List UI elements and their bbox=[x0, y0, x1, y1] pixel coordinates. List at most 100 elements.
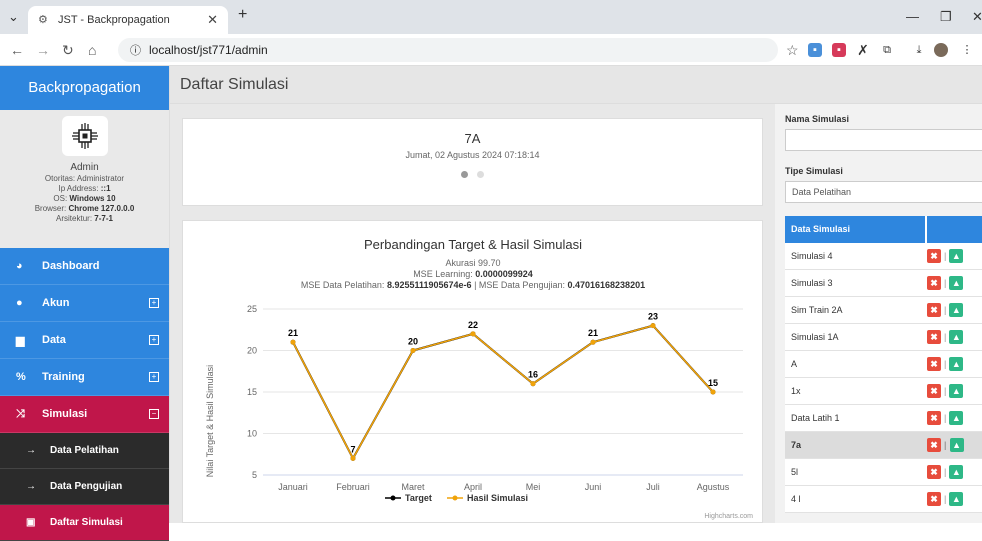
extensions-puzzle-icon[interactable]: ⧉ bbox=[880, 43, 894, 57]
table-row[interactable]: 4 l ✖ | ▲ bbox=[785, 486, 982, 513]
url-field[interactable]: ⓘ localhost/jst771/admin bbox=[118, 38, 778, 62]
url-text: localhost/jst771/admin bbox=[149, 43, 268, 57]
tipe-simulasi-select[interactable]: Data Pelatihan bbox=[785, 181, 982, 203]
delete-icon[interactable]: ✖ bbox=[927, 384, 941, 398]
address-bar: ← → ↻ ⌂ ⓘ localhost/jst771/admin ☆ ▪ ▪ ✗… bbox=[0, 34, 982, 66]
home-icon[interactable]: ⌂ bbox=[88, 42, 96, 58]
profile-avatar-icon[interactable] bbox=[934, 43, 948, 57]
back-icon[interactable]: ← bbox=[10, 42, 24, 58]
view-chart-icon[interactable]: ▲ bbox=[949, 384, 964, 398]
close-window-icon[interactable]: ✕ bbox=[972, 9, 982, 25]
brand-title[interactable]: Backpropagation bbox=[0, 66, 169, 110]
submenu-data-pengujian[interactable]: → Data Pengujian bbox=[0, 469, 169, 505]
legend-target-marker bbox=[390, 495, 396, 501]
view-chart-icon[interactable]: ▲ bbox=[949, 330, 964, 344]
legend-target[interactable]: Target bbox=[405, 493, 432, 503]
submenu-daftar-simulasi[interactable]: ▣ Daftar Simulasi bbox=[0, 505, 169, 541]
data-point-hasil[interactable] bbox=[590, 339, 596, 345]
extension-x-icon[interactable]: ✗ bbox=[856, 43, 870, 57]
delete-icon[interactable]: ✖ bbox=[927, 357, 941, 371]
delete-icon[interactable]: ✖ bbox=[927, 303, 941, 317]
menu-label: Dashboard bbox=[42, 260, 100, 272]
table-row[interactable]: Simulasi 3 ✖ | ▲ bbox=[785, 270, 982, 297]
reload-icon[interactable]: ↻ bbox=[62, 42, 74, 59]
menu-training[interactable]: % Training + bbox=[0, 359, 169, 396]
profile-otoritas: Otoritas: Administrator bbox=[44, 174, 125, 183]
menu-label: Simulasi bbox=[42, 408, 88, 420]
data-point-hasil[interactable] bbox=[710, 389, 716, 395]
menu-data[interactable]: ▆ Data + bbox=[0, 322, 169, 359]
data-label: 7 bbox=[350, 444, 355, 454]
table-row[interactable]: Data Latih 1 ✖ | ▲ bbox=[785, 405, 982, 432]
simulation-name: Simulasi 1A bbox=[791, 332, 839, 342]
x-tick-label: Juni bbox=[585, 482, 602, 492]
forward-icon[interactable]: → bbox=[36, 42, 50, 58]
delete-icon[interactable]: ✖ bbox=[927, 492, 941, 506]
table-row[interactable]: 1x ✖ | ▲ bbox=[785, 378, 982, 405]
view-chart-icon[interactable]: ▲ bbox=[949, 357, 964, 371]
restore-icon[interactable]: ❐ bbox=[940, 9, 952, 25]
view-chart-icon[interactable]: ▲ bbox=[949, 276, 964, 290]
data-point-hasil[interactable] bbox=[410, 348, 416, 353]
submenu-label: Data Pengujian bbox=[50, 481, 123, 492]
view-chart-icon[interactable]: ▲ bbox=[949, 411, 964, 425]
chart-subtitle-mse-data: MSE Data Pelatihan: 8.9255111905674e-6 |… bbox=[301, 280, 645, 290]
info-icon[interactable]: ⓘ bbox=[130, 42, 141, 58]
bookmark-star-icon[interactable]: ☆ bbox=[786, 42, 799, 59]
simulation-name: 5l bbox=[791, 467, 799, 477]
tab-close-icon[interactable]: ✕ bbox=[207, 12, 218, 28]
simulation-name: 1x bbox=[791, 386, 801, 396]
sidebar: Backpropagation Admin Otoritas: Administ… bbox=[0, 66, 170, 541]
tab-list-icon[interactable]: ⌄ bbox=[8, 9, 19, 25]
simulation-name: Simulasi 4 bbox=[791, 251, 833, 261]
table-row[interactable]: 7a ✖ | ▲ bbox=[785, 432, 982, 459]
carousel-dot[interactable] bbox=[477, 171, 485, 178]
separator: | bbox=[944, 305, 947, 315]
data-point-hasil[interactable] bbox=[530, 381, 536, 387]
chart-subtitle-accuracy: Akurasi 99.70 bbox=[445, 258, 500, 268]
menu-akun[interactable]: ● Akun + bbox=[0, 285, 169, 322]
browser-menu-icon[interactable]: ⋮ bbox=[960, 43, 974, 57]
table-row[interactable]: A ✖ | ▲ bbox=[785, 351, 982, 378]
table-row[interactable]: Simulasi 1A ✖ | ▲ bbox=[785, 324, 982, 351]
table-row[interactable]: Sim Train 2A ✖ | ▲ bbox=[785, 297, 982, 324]
delete-icon[interactable]: ✖ bbox=[927, 411, 941, 425]
delete-icon[interactable]: ✖ bbox=[927, 330, 941, 344]
new-tab-icon[interactable]: + bbox=[238, 6, 247, 24]
carousel-indicators bbox=[183, 169, 762, 181]
view-chart-icon[interactable]: ▲ bbox=[949, 303, 964, 317]
view-chart-icon[interactable]: ▲ bbox=[949, 438, 964, 452]
row-actions: ✖ | ▲ bbox=[927, 438, 964, 452]
menu-simulasi[interactable]: ⤨ Simulasi − bbox=[0, 396, 169, 433]
row-actions: ✖ | ▲ bbox=[927, 357, 964, 371]
data-point-hasil[interactable] bbox=[470, 331, 476, 337]
data-point-hasil[interactable] bbox=[350, 455, 356, 461]
table-row[interactable]: 5l ✖ | ▲ bbox=[785, 459, 982, 486]
minimize-icon[interactable]: — bbox=[906, 9, 919, 24]
carousel-dot-active[interactable] bbox=[460, 171, 468, 178]
data-point-hasil[interactable] bbox=[650, 323, 656, 329]
extension-2-icon[interactable]: ▪ bbox=[832, 43, 846, 57]
row-actions: ✖ | ▲ bbox=[927, 330, 964, 344]
download-icon[interactable]: ⤓ bbox=[912, 43, 926, 57]
legend-hasil-marker bbox=[452, 495, 458, 501]
row-actions: ✖ | ▲ bbox=[927, 249, 964, 263]
y-tick-label: 20 bbox=[247, 346, 257, 356]
delete-icon[interactable]: ✖ bbox=[927, 438, 941, 452]
nama-simulasi-label: Nama Simulasi bbox=[785, 114, 850, 124]
menu-dashboard[interactable]: ◕ Dashboard bbox=[0, 248, 169, 285]
view-chart-icon[interactable]: ▲ bbox=[949, 249, 964, 263]
browser-tab[interactable]: ⚙ JST - Backpropagation ✕ bbox=[28, 6, 228, 34]
data-point-hasil[interactable] bbox=[290, 339, 296, 345]
view-chart-icon[interactable]: ▲ bbox=[949, 492, 964, 506]
nama-simulasi-input[interactable] bbox=[785, 129, 982, 151]
delete-icon[interactable]: ✖ bbox=[927, 276, 941, 290]
extension-1-icon[interactable]: ▪ bbox=[808, 43, 822, 57]
view-chart-icon[interactable]: ▲ bbox=[949, 465, 964, 479]
legend-hasil-simulasi[interactable]: Hasil Simulasi bbox=[467, 493, 528, 503]
table-row[interactable]: Simulasi 4 ✖ | ▲ bbox=[785, 243, 982, 270]
delete-icon[interactable]: ✖ bbox=[927, 465, 941, 479]
delete-icon[interactable]: ✖ bbox=[927, 249, 941, 263]
submenu-data-pelatihan[interactable]: → Data Pelatihan bbox=[0, 433, 169, 469]
chart-credits[interactable]: Highcharts.com bbox=[704, 513, 753, 520]
